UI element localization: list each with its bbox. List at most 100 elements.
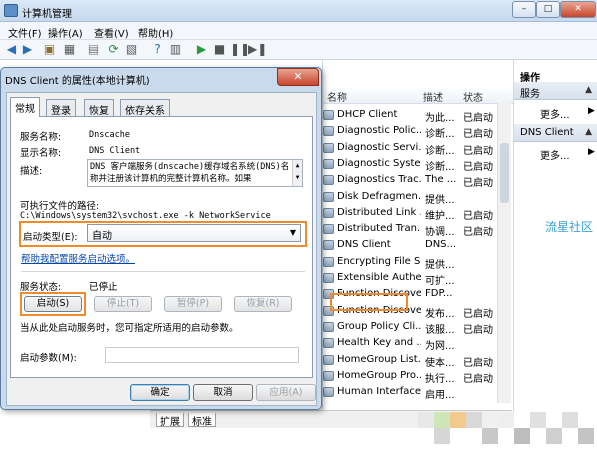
column-name[interactable]: 名称: [327, 89, 347, 104]
window-title: 计算机管理: [22, 9, 72, 20]
view-icon[interactable]: ▥: [168, 42, 183, 57]
table-row[interactable]: Distributed Tran... 协调... 已启动: [323, 221, 513, 238]
start-params-label: 启动参数(M):: [20, 353, 77, 364]
table-row[interactable]: Diagnostic Syste... 诊断... 已启动: [323, 156, 513, 173]
menu-help[interactable]: 帮助(H): [138, 25, 173, 40]
service-name-cell: Human Interface...: [337, 386, 421, 398]
description-box[interactable]: DNS 客户端服务(dnscache)缓存域名系统(DNS)名称并注册该计算机的…: [87, 159, 303, 187]
table-row[interactable]: Encrypting File S... 提供...: [323, 254, 513, 271]
start-service-button[interactable]: 启动(S): [24, 296, 82, 312]
service-name-cell: HomeGroup Pro...: [337, 369, 421, 381]
service-icon: [323, 256, 334, 267]
window-title-bar: 计算机管理 – □ ✕: [0, 0, 597, 22]
startup-type-label: 启动类型(E):: [23, 232, 78, 243]
tab-recovery[interactable]: 恢复: [84, 99, 114, 117]
table-row[interactable]: Diagnostic Polic... 诊断... 已启动: [323, 123, 513, 141]
maximize-button[interactable]: □: [536, 1, 560, 18]
actions-section-dns[interactable]: DNS Client ▲: [514, 124, 597, 142]
service-icon: [323, 110, 334, 120]
column-description[interactable]: 描述: [423, 89, 443, 104]
collapse-icon[interactable]: ▲: [585, 127, 592, 137]
service-name-label: 服务名称:: [20, 132, 62, 143]
collapse-icon[interactable]: ▲: [585, 85, 592, 95]
stop-service-button[interactable]: 停止(T): [94, 296, 152, 312]
start-params-input[interactable]: [105, 347, 299, 363]
section-dns-label: DNS Client: [520, 127, 574, 138]
service-icon: [323, 273, 334, 283]
play-icon[interactable]: ▶: [194, 42, 209, 57]
path-label: 可执行文件的路径:: [20, 201, 100, 212]
tab-dependencies[interactable]: 依存关系: [120, 99, 170, 117]
service-icon: [323, 126, 334, 137]
dialog-title: DNS Client 的属性(本地计算机): [5, 76, 150, 87]
resume-service-button[interactable]: 恢复(R): [234, 296, 292, 312]
tab-general[interactable]: 常规: [10, 97, 40, 117]
service-desc-cell: 提供...: [425, 259, 455, 271]
startup-type-select[interactable]: 自动 ▼: [87, 224, 301, 242]
tab-logon[interactable]: 登录: [46, 99, 76, 117]
help-icon[interactable]: ?: [150, 42, 165, 57]
table-row[interactable]: HomeGroup Pro... 执行... 已启动: [323, 368, 513, 385]
show-tree-icon[interactable]: ▦: [62, 42, 77, 57]
service-icon: [323, 175, 334, 186]
service-desc-cell: 诊断...: [425, 145, 455, 157]
service-name-cell: Encrypting File S...: [337, 255, 421, 267]
dialog-close-button[interactable]: ✕: [277, 68, 319, 86]
path-value: C:\Windows\system32\svchost.exe -k Netwo…: [20, 211, 271, 221]
menu-file[interactable]: 文件(F): [8, 25, 42, 40]
watermark-text: 流星社区: [545, 220, 594, 234]
table-row[interactable]: HomeGroup List... 使本... 已启动: [323, 352, 513, 369]
service-name-cell: Distributed Link ...: [337, 206, 421, 218]
service-icon: [323, 387, 334, 398]
cancel-button[interactable]: 取消: [193, 384, 253, 401]
ok-button[interactable]: 确定: [130, 384, 190, 401]
properties-icon[interactable]: ▤: [86, 42, 101, 57]
service-desc-cell: 该服...: [425, 324, 455, 336]
service-name-cell: DHCP Client: [337, 109, 398, 120]
service-name-cell: Diagnostics Trac...: [337, 174, 421, 186]
forward-icon[interactable]: ▶: [20, 42, 35, 57]
scrollbar-thumb[interactable]: [500, 143, 509, 203]
description-scrollbar[interactable]: ▲ ▼: [292, 160, 302, 186]
stop-icon[interactable]: ■: [212, 42, 227, 57]
restart-icon[interactable]: ▶❚: [248, 42, 267, 57]
description-text: DNS 客户端服务(dnscache)缓存域名系统(DNS)名称并注册该计算机的…: [90, 162, 290, 184]
table-row[interactable]: Diagnostics Trac... The ... 已启动: [323, 172, 513, 189]
start-params-hint: 当从此处启动服务时，您可指定所适用的启动参数。: [20, 323, 239, 334]
menu-action[interactable]: 操作(A): [48, 25, 83, 40]
service-desc-cell: 诊断...: [425, 129, 455, 141]
close-button[interactable]: ✕: [560, 1, 596, 18]
dropdown-arrow-icon: ▼: [289, 228, 296, 237]
apply-button[interactable]: 应用(A): [256, 384, 316, 401]
tab-extended[interactable]: 扩展: [156, 413, 184, 428]
table-row[interactable]: Group Policy Cli... 该服... 已启动: [323, 319, 513, 336]
table-row[interactable]: Distributed Link ... 维护... 已启动: [323, 205, 513, 222]
list-scrollbar[interactable]: [497, 103, 511, 403]
minimize-button[interactable]: –: [512, 1, 536, 18]
table-row[interactable]: Diagnostic Servi... 诊断... 已启动: [323, 140, 513, 157]
column-status[interactable]: 状态: [463, 89, 483, 104]
up-folder-icon[interactable]: ▣: [42, 42, 57, 57]
pause-service-button[interactable]: 暂停(P): [164, 296, 222, 312]
service-icon: [323, 240, 334, 251]
table-row[interactable]: DHCP Client 为此... 已启动: [323, 107, 513, 124]
menu-bar: 文件(F) 操作(A) 查看(V) 帮助(H): [0, 22, 597, 40]
table-row[interactable]: Extensible Authe... 可扩...: [323, 270, 513, 287]
table-row[interactable]: Disk Defragmen... 提供...: [323, 189, 513, 206]
refresh-icon[interactable]: ⟳: [106, 42, 121, 57]
actions-more-services[interactable]: 更多... ▶: [540, 106, 595, 121]
table-row[interactable]: Health Key and ... 为网...: [323, 335, 513, 352]
table-row[interactable]: DNS Client DNS...: [323, 237, 513, 253]
tab-standard[interactable]: 标准: [188, 413, 216, 428]
actions-more-dns[interactable]: 更多... ▶: [540, 147, 595, 162]
service-desc-cell: DNS...: [425, 239, 457, 251]
actions-section-services[interactable]: 服务 ▲: [514, 82, 597, 100]
export-icon[interactable]: ▧: [124, 42, 139, 57]
pause-icon[interactable]: ❚❚: [230, 42, 250, 57]
back-icon[interactable]: ◀: [4, 42, 19, 57]
service-name-cell: Diagnostic Polic...: [337, 125, 421, 137]
service-desc-cell: 提供...: [425, 194, 455, 206]
help-configure-link[interactable]: 帮助我配置服务启动选项。: [21, 251, 135, 265]
menu-view[interactable]: 查看(V): [94, 25, 129, 40]
service-name-cell: Diagnostic Servi...: [337, 141, 421, 153]
